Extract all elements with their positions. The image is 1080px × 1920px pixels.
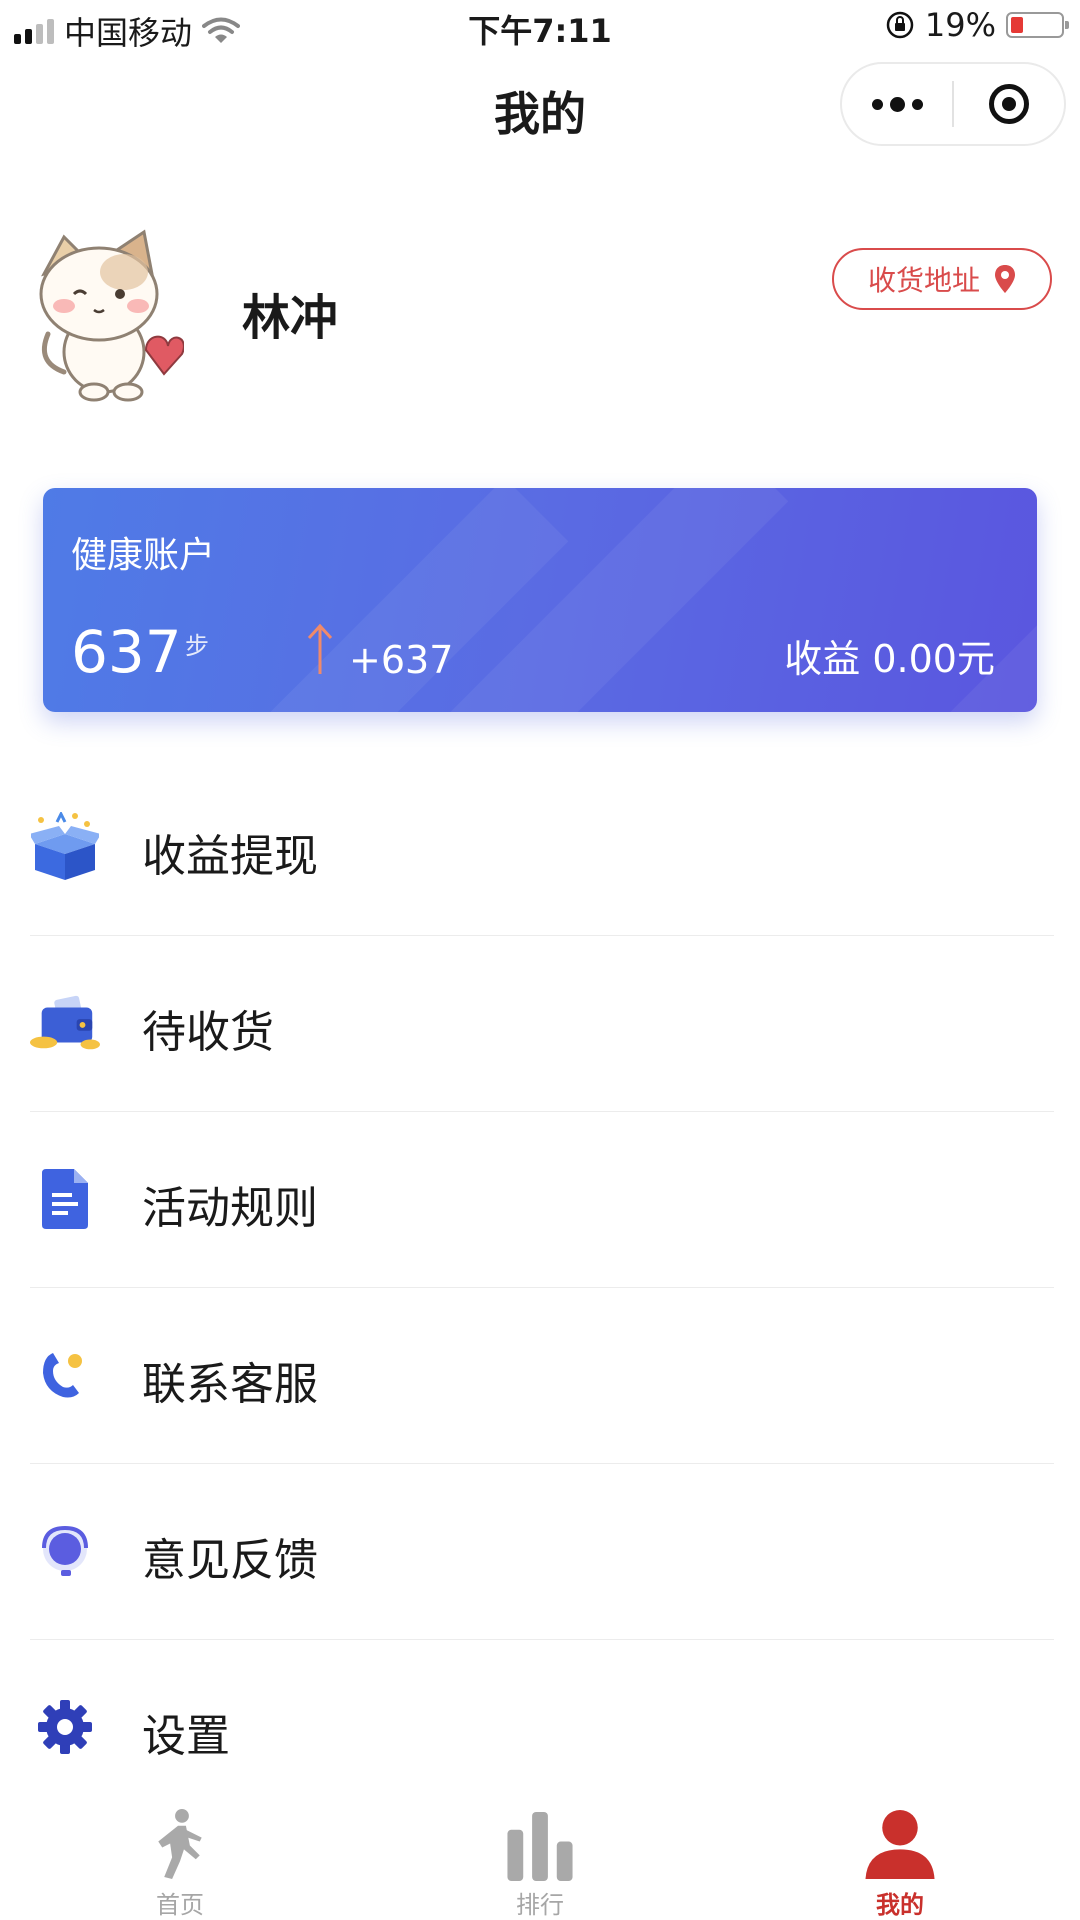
bar-chart-icon <box>507 1811 573 1881</box>
tab-ranking[interactable]: 排行 <box>360 1790 720 1920</box>
battery-percent: 19% <box>924 6 996 44</box>
avatar[interactable] <box>34 222 185 402</box>
arrow-up-icon <box>307 623 333 674</box>
close-miniprogram-button[interactable] <box>954 64 1064 144</box>
phone-icon <box>30 1340 100 1410</box>
tab-label: 我的 <box>876 1891 924 1919</box>
tab-label: 首页 <box>156 1891 204 1919</box>
menu-label: 收益提现 <box>142 831 318 882</box>
location-pin-icon <box>995 265 1015 293</box>
menu-list: 收益提现 待收货 活动规则 联系客服 意见反馈 设置 <box>30 760 1054 1815</box>
gift-box-icon <box>30 812 100 882</box>
menu-label: 活动规则 <box>142 1183 318 1234</box>
more-button[interactable] <box>842 64 952 144</box>
menu-label: 待收货 <box>142 1007 274 1058</box>
gear-icon <box>30 1692 100 1762</box>
income-value: 收益 0.00元 <box>784 637 995 681</box>
running-person-icon <box>158 1808 202 1880</box>
status-right: 19% <box>885 6 1069 44</box>
person-icon <box>865 1809 935 1880</box>
tab-home[interactable]: 首页 <box>0 1790 360 1920</box>
menu-item-activity-rules[interactable]: 活动规则 <box>30 1112 1054 1288</box>
shipping-address-button[interactable]: 收货地址 <box>832 248 1052 310</box>
menu-item-feedback[interactable]: 意见反馈 <box>30 1464 1054 1640</box>
menu-item-contact-support[interactable]: 联系客服 <box>30 1288 1054 1464</box>
tab-bar: 首页 排行 我的 <box>0 1790 1080 1920</box>
menu-label: 设置 <box>142 1711 230 1762</box>
tab-label: 排行 <box>516 1891 564 1919</box>
menu-item-pending-delivery[interactable]: 待收货 <box>30 936 1054 1112</box>
username: 林冲 <box>242 290 339 346</box>
menu-item-settings[interactable]: 设置 <box>30 1640 1054 1815</box>
feedback-icon <box>30 1516 100 1586</box>
more-dots-icon <box>871 96 923 112</box>
status-bar: 中国移动 下午7:11 19% <box>0 0 1080 54</box>
miniprogram-capsule <box>840 62 1066 146</box>
step-count: 637 <box>71 618 182 686</box>
document-icon <box>30 1164 100 1234</box>
health-account-card[interactable]: 健康账户 637 步 +637 收益 0.00元 <box>43 488 1037 712</box>
battery-icon <box>1006 12 1069 38</box>
target-icon <box>989 84 1029 124</box>
wallet-icon <box>30 988 100 1058</box>
card-title: 健康账户 <box>71 535 216 576</box>
shipping-address-label: 收货地址 <box>867 264 980 297</box>
step-unit: 步 <box>185 632 209 660</box>
rotation-lock-icon <box>886 11 914 39</box>
menu-label: 意见反馈 <box>142 1535 318 1586</box>
title-bar: 我的 <box>0 60 1080 156</box>
step-delta: +637 <box>349 638 454 682</box>
cat-avatar-icon <box>39 229 185 402</box>
tab-mine[interactable]: 我的 <box>720 1790 1080 1920</box>
menu-item-withdraw[interactable]: 收益提现 <box>30 760 1054 936</box>
menu-label: 联系客服 <box>142 1359 318 1410</box>
